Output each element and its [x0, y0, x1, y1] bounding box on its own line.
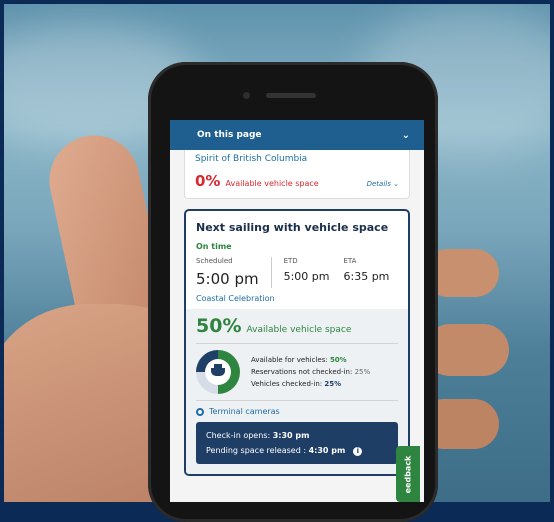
checked-in-label: Vehicles checked-in:	[251, 380, 323, 388]
scheduled-time: 5:00 pm	[196, 270, 259, 288]
sailing-times: Scheduled 5:00 pm ETD 5:00 pm ETA 6:35 p…	[196, 257, 398, 288]
vessel-name[interactable]: Spirit of British Columbia	[195, 154, 399, 164]
terminal-cameras-label: Terminal cameras	[209, 407, 280, 416]
divider	[196, 343, 398, 344]
availability-percent: 50%	[196, 315, 242, 337]
eta-time: 6:35 pm	[343, 270, 390, 283]
on-this-page-bar[interactable]: On this page ⌄	[170, 120, 424, 150]
eta-label: ETA	[343, 257, 357, 265]
feedback-label: eedback	[403, 455, 413, 493]
status-badge: On time	[196, 242, 232, 251]
checked-in-value: 25%	[324, 380, 342, 388]
pending-label: Pending space released :	[206, 446, 307, 455]
availability-label: Available vehicle space	[246, 325, 352, 335]
pending-time: 4:30 pm	[308, 446, 346, 455]
etd-label: ETD	[283, 257, 298, 265]
info-icon[interactable]: i	[353, 447, 363, 456]
phone-speaker	[266, 93, 316, 98]
capacity-section: 50% Available vehicle space Available fo…	[186, 309, 408, 474]
current-sailing-card: Spirit of British Columbia 0% Available …	[184, 150, 410, 199]
reservations-label: Reservations not checked-in:	[251, 368, 353, 376]
next-sailing-title: Next sailing with vehicle space	[196, 221, 389, 234]
checkin-label: Check-in opens:	[206, 431, 271, 440]
available-value: 50%	[329, 356, 347, 364]
divider	[196, 400, 398, 401]
available-label: Available for vehicles:	[251, 356, 328, 364]
details-label: Details	[366, 180, 391, 188]
phone-screen: On this page ⌄ Spirit of British Columbi…	[170, 120, 424, 502]
divider	[270, 257, 272, 288]
next-sailing-card: Next sailing with vehicle space On time …	[184, 209, 410, 476]
chevron-down-icon[interactable]: ⌄	[402, 130, 410, 141]
scheduled-label: Scheduled	[196, 257, 233, 265]
capacity-legend: Available for vehicles: 50% Reservations…	[251, 354, 370, 390]
checkin-time: 3:30 pm	[272, 431, 310, 440]
etd-time: 5:00 pm	[283, 270, 330, 283]
capacity-donut-chart	[196, 350, 240, 394]
availability-percent: 0%	[195, 172, 221, 190]
terminal-cameras-link[interactable]: Terminal cameras	[196, 407, 398, 416]
vessel-name[interactable]: Coastal Celebration	[196, 294, 398, 303]
checkin-info-box: Check-in opens: 3:30 pm Pending space re…	[196, 422, 398, 464]
phone-camera	[243, 92, 250, 99]
location-pin-icon	[196, 407, 204, 416]
on-this-page-label: On this page	[197, 130, 262, 140]
chevron-down-icon: ⌄	[393, 180, 399, 188]
availability-label: Available vehicle space	[225, 179, 319, 188]
feedback-tab[interactable]: eedback	[396, 446, 420, 502]
ferry-icon	[211, 364, 225, 376]
details-link[interactable]: Details ⌄	[367, 180, 399, 188]
reservations-value: 25%	[354, 368, 371, 376]
